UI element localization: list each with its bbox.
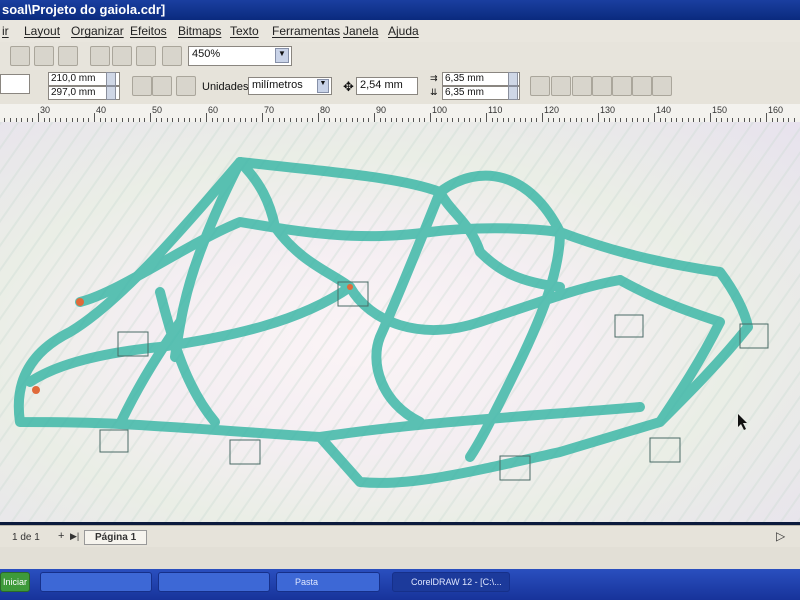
nudge-icon: ✥: [343, 79, 354, 94]
roll-cage-drawing: [0, 122, 800, 522]
taskbar-item-coreldraw[interactable]: CorelDRAW 12 - [C:\...: [392, 572, 510, 592]
page-layout-icon[interactable]: [176, 76, 196, 96]
draw-options-icon[interactable]: [632, 76, 652, 96]
windows-taskbar: Iniciar Pasta CorelDRAW 12 - [C:\...: [0, 569, 800, 600]
snap-to-grid-icon[interactable]: [530, 76, 550, 96]
page-counter: 1 de 1: [12, 532, 40, 543]
print-icon[interactable]: [90, 46, 110, 66]
ruler-tick: [598, 113, 599, 122]
duplicate-x-icon: ⇉: [430, 73, 438, 83]
duplicate-y-value: 6,35 mm: [445, 87, 484, 98]
treat-as-filled-icon[interactable]: [612, 76, 632, 96]
undo-icon[interactable]: [58, 46, 78, 66]
taskbar-item-3[interactable]: Pasta: [276, 572, 380, 592]
ruler-tick: [542, 113, 543, 122]
nudge-distance-value: 2,54 mm: [360, 79, 403, 91]
ruler-label: 50: [152, 105, 163, 115]
ruler-label: 140: [656, 105, 672, 115]
status-bar: [0, 547, 800, 569]
zoom-level-select[interactable]: 450% ▼: [188, 46, 292, 66]
chevron-down-icon[interactable]: ▼: [275, 48, 289, 63]
page-height-value: 297,0 mm: [51, 87, 96, 98]
scroll-right-icon[interactable]: ▷: [776, 529, 785, 543]
corel-online-icon[interactable]: [112, 46, 132, 66]
property-bar: 210,0 mm 297,0 mm Unidades: milímetros ▼…: [0, 70, 800, 105]
duplicate-y-icon: ⇊: [430, 87, 438, 97]
ruler-label: 130: [600, 105, 616, 115]
application-launcher-icon[interactable]: [136, 46, 156, 66]
ruler-label: 120: [544, 105, 560, 115]
ruler-label: 80: [320, 105, 331, 115]
ruler-label: 30: [40, 105, 51, 115]
landscape-icon[interactable]: [152, 76, 172, 96]
menu-item-ajuda[interactable]: Ajuda: [388, 24, 419, 38]
window-title: soal\Projeto do gaiola.cdr]: [2, 2, 166, 17]
ruler-tick: [374, 113, 375, 122]
page-width-value: 210,0 mm: [51, 73, 96, 84]
ruler-label: 160: [768, 105, 784, 115]
menu-item-layout[interactable]: Layout: [24, 24, 60, 38]
ruler-tick: [38, 113, 39, 122]
ruler-tick: [318, 113, 319, 122]
taskbar-item-coreldraw-label: CorelDRAW 12 - [C:\...: [411, 577, 502, 587]
duplicate-y-spinner[interactable]: [508, 86, 518, 100]
ruler-tick: [766, 113, 767, 122]
last-page-icon[interactable]: ▶|: [70, 531, 79, 542]
ruler-tick: [710, 113, 711, 122]
start-button[interactable]: Iniciar: [0, 572, 30, 592]
snap-to-objects-icon[interactable]: [572, 76, 592, 96]
duplicate-x-value: 6,35 mm: [445, 73, 484, 84]
units-select[interactable]: milímetros ▼: [248, 77, 332, 95]
nudge-distance-field[interactable]: 2,54 mm: [356, 77, 418, 95]
export-icon[interactable]: [34, 46, 54, 66]
paper-type-select[interactable]: [0, 74, 30, 94]
ruler-tick: [94, 113, 95, 122]
menu-item-exibir[interactable]: ir: [2, 24, 9, 38]
horizontal-ruler[interactable]: 30 40 50 60 70 80 90 100 110 120 130 140 150 160: [0, 104, 800, 123]
page-height-spinner[interactable]: [106, 86, 116, 100]
ruler-label: 90: [376, 105, 387, 115]
ruler-tick: [654, 113, 655, 122]
ruler-label: 60: [208, 105, 219, 115]
taskbar-item-1[interactable]: [40, 572, 152, 592]
import-icon[interactable]: [10, 46, 30, 66]
menu-bar: ir Layout Organizar Efeitos Bitmaps Text…: [0, 20, 800, 42]
menu-item-bitmaps[interactable]: Bitmaps: [178, 24, 221, 38]
window-title-bar: soal\Projeto do gaiola.cdr]: [0, 0, 800, 20]
drawing-canvas[interactable]: [0, 122, 800, 522]
ruler-label: 100: [432, 105, 448, 115]
ruler-label: 150: [712, 105, 728, 115]
units-label: Unidades:: [202, 81, 252, 93]
ruler-tick: [262, 113, 263, 122]
ruler-label: 70: [264, 105, 275, 115]
taskbar-item-2[interactable]: [158, 572, 270, 592]
taskbar-item-3-label: Pasta: [295, 577, 319, 587]
menu-item-janela[interactable]: Janela: [343, 24, 378, 38]
menu-item-organizar[interactable]: Organizar: [71, 24, 124, 38]
zoom-level-value: 450%: [192, 48, 221, 60]
ruler-label: 110: [488, 105, 503, 115]
duplicate-x-spinner[interactable]: [508, 72, 518, 86]
welcome-screen-icon[interactable]: [162, 46, 182, 66]
page-navigator: 1 de 1 + ▶| Página 1 ▷: [0, 525, 800, 548]
tab-pagina-1[interactable]: Página 1: [84, 530, 148, 545]
page-width-spinner[interactable]: [106, 72, 116, 86]
menu-item-ferramentas[interactable]: Ferramentas: [272, 24, 340, 38]
portrait-icon[interactable]: [132, 76, 152, 96]
ruler-tick: [486, 113, 487, 122]
ruler-tick: [206, 113, 207, 122]
ruler-tick: [150, 113, 151, 122]
standard-toolbar: 450% ▼: [0, 42, 800, 71]
snap-to-guidelines-icon[interactable]: [551, 76, 571, 96]
menu-item-efeitos[interactable]: Efeitos: [130, 24, 167, 38]
ruler-tick: [430, 113, 431, 122]
ruler-label: 40: [96, 105, 107, 115]
units-value: milímetros: [252, 79, 303, 91]
chevron-down-icon[interactable]: ▼: [317, 79, 329, 93]
options-icon[interactable]: [652, 76, 672, 96]
start-label: Iniciar: [3, 577, 28, 587]
menu-item-texto[interactable]: Texto: [230, 24, 259, 38]
dynamic-guides-icon[interactable]: [592, 76, 612, 96]
add-page-icon[interactable]: +: [58, 530, 64, 542]
